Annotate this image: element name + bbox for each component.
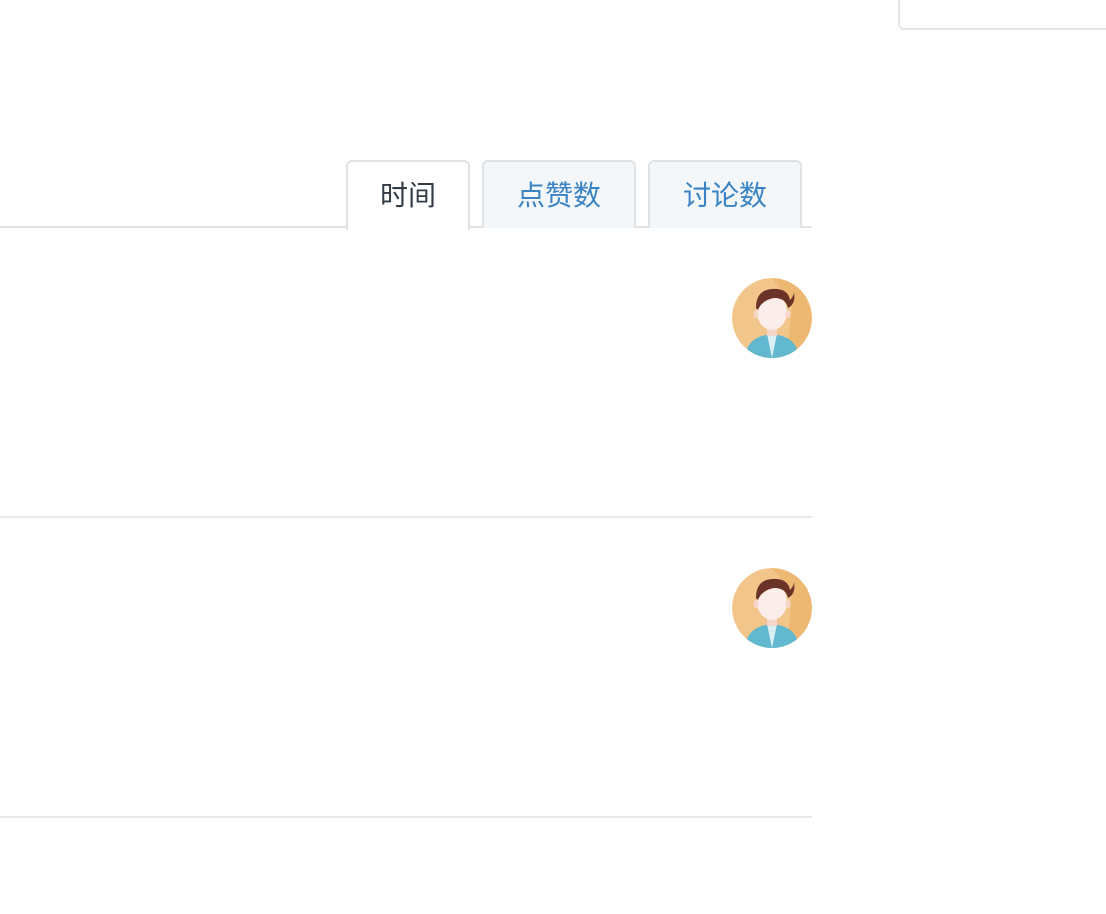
search-box[interactable] xyxy=(898,0,1106,30)
tab-sort-time[interactable]: 时间 xyxy=(346,160,470,230)
feed-item[interactable] xyxy=(0,518,812,818)
sort-tabs: 时间 点赞数 讨论数 xyxy=(0,160,812,230)
tab-sort-likes[interactable]: 点赞数 xyxy=(482,160,636,228)
tab-sort-discussions[interactable]: 讨论数 xyxy=(648,160,802,228)
feed-item[interactable] xyxy=(0,228,812,518)
user-avatar-icon[interactable] xyxy=(732,278,812,358)
user-avatar-icon[interactable] xyxy=(732,568,812,648)
page: 时间 点赞数 讨论数 xyxy=(0,0,1106,914)
